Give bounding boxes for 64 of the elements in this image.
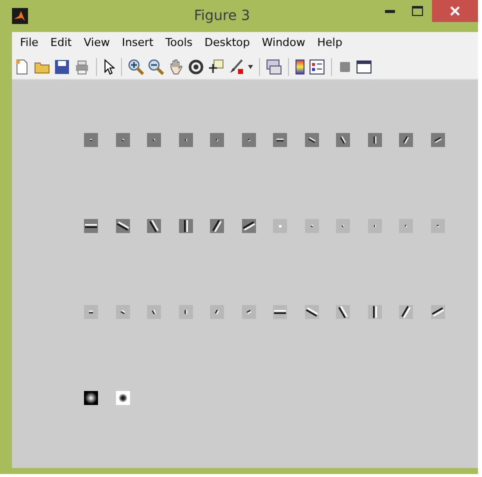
filter-image: [273, 219, 287, 233]
filter-image: [84, 133, 98, 147]
filter-image: [336, 305, 350, 319]
filter-image: [304, 305, 318, 319]
save-icon[interactable]: [54, 58, 70, 74]
menu-item[interactable]: Tools: [159, 34, 199, 52]
filter-image: [273, 305, 287, 319]
app-icon: [12, 8, 28, 24]
colorbar-icon[interactable]: [295, 58, 305, 74]
pointer-icon[interactable]: [103, 58, 115, 74]
filter-image: [368, 219, 382, 233]
menu-item[interactable]: View: [78, 34, 116, 52]
filter-image: [430, 133, 444, 147]
window-title: Figure 3: [192, 6, 250, 26]
filter-image: [84, 219, 98, 233]
filter-image: [116, 219, 130, 233]
zoom-in-icon[interactable]: [128, 58, 144, 74]
filter-image: [368, 305, 382, 319]
filter-image: [147, 133, 161, 147]
filter-image: [368, 133, 382, 147]
maximize-icon: [412, 6, 424, 16]
minimize-icon: [384, 10, 395, 12]
menu-item[interactable]: Insert: [116, 34, 160, 52]
filter-image: [430, 219, 444, 233]
legend-icon[interactable]: [309, 58, 325, 74]
filter-image: [178, 133, 192, 147]
new-file-icon[interactable]: [14, 58, 30, 74]
filter-image: [116, 133, 130, 147]
filter-image: [84, 391, 98, 405]
filter-image: [242, 133, 256, 147]
brush-icon[interactable]: [228, 58, 244, 74]
menu-item[interactable]: Help: [311, 34, 348, 52]
filter-image: [147, 219, 161, 233]
filter-image: [116, 305, 130, 319]
filter-image: [210, 219, 224, 233]
menu-item[interactable]: File: [14, 34, 44, 52]
filter-image: [116, 391, 130, 405]
menu-item[interactable]: Desktop: [198, 34, 256, 52]
close-icon: [450, 6, 460, 16]
filter-image: [430, 305, 444, 319]
filter-image: [336, 219, 350, 233]
printer-icon[interactable]: [74, 58, 90, 74]
filter-image: [178, 219, 192, 233]
filter-image: [210, 305, 224, 319]
hand-icon[interactable]: [168, 58, 184, 74]
caret-icon[interactable]: [248, 64, 253, 68]
filter-image: [242, 219, 256, 233]
dock-icon[interactable]: [356, 58, 372, 74]
filter-image: [304, 219, 318, 233]
filter-image: [242, 305, 256, 319]
filter-image: [84, 305, 98, 319]
zoom-out-icon[interactable]: [148, 58, 164, 74]
filter-image: [178, 305, 192, 319]
filter-image: [210, 133, 224, 147]
filter-image: [336, 133, 350, 147]
filter-image: [399, 305, 413, 319]
filter-image: [399, 219, 413, 233]
filter-image: [399, 133, 413, 147]
menu-item[interactable]: Window: [256, 34, 312, 52]
filter-image: [273, 133, 287, 147]
menu-item[interactable]: Edit: [44, 34, 78, 52]
filter-image: [304, 133, 318, 147]
filter-image: [147, 305, 161, 319]
close-button[interactable]: [432, 0, 478, 22]
